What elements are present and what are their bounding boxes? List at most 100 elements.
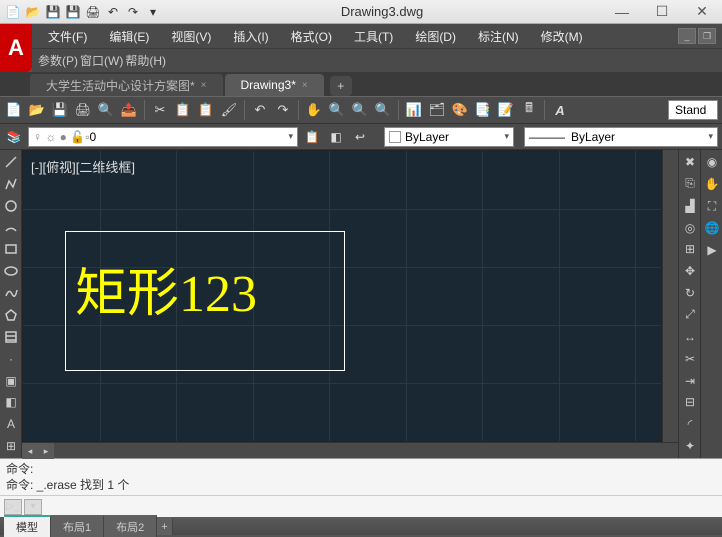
dc-icon[interactable]: 🗂 [427, 100, 447, 120]
doc-minimize-icon[interactable]: _ [678, 28, 696, 44]
save-icon[interactable]: 💾 [44, 3, 62, 21]
layer-iso-icon[interactable]: ◧ [326, 127, 346, 147]
extend-icon[interactable]: ⇥ [680, 371, 700, 391]
block-icon[interactable]: ▣ [1, 371, 21, 391]
tab-doc-1[interactable]: 大学生活动中心设计方案图* × [30, 74, 223, 96]
explode-icon[interactable]: ✦ [680, 436, 700, 456]
command-input[interactable] [44, 499, 718, 514]
match-icon[interactable]: 🖌 [219, 100, 239, 120]
zoom-extents-icon[interactable]: ⛶ [702, 196, 722, 216]
offset-icon[interactable]: ◎ [680, 218, 700, 238]
tab-close-icon[interactable]: × [201, 80, 207, 91]
showmotion-icon[interactable]: ▶ [702, 240, 722, 260]
menu-insert[interactable]: 插入(I) [223, 25, 278, 48]
circle-icon[interactable] [1, 196, 21, 216]
linetype-combo[interactable]: ——— ByLayer ▾ [524, 127, 718, 147]
new-tab-button[interactable]: + [330, 76, 352, 96]
undo-icon[interactable]: ↶ [250, 100, 270, 120]
scale-icon[interactable]: ⤢ [680, 305, 700, 325]
layer-prev-icon[interactable]: ↩ [350, 127, 370, 147]
scroll-right-icon[interactable]: ▸ [38, 443, 54, 459]
redo-icon[interactable]: ↷ [273, 100, 293, 120]
paste-icon[interactable]: 📋 [196, 100, 216, 120]
zoom-window-icon[interactable]: 🔍 [350, 100, 370, 120]
fillet-icon[interactable]: ◜ [680, 414, 700, 434]
minimize-button[interactable]: — [602, 0, 642, 24]
tab-close-icon[interactable]: × [302, 80, 308, 91]
command-recent-icon[interactable]: ▾ [24, 499, 42, 515]
layout2-tab[interactable]: 布局2 [104, 515, 157, 537]
menu-file[interactable]: 文件(F) [38, 25, 97, 48]
text-object[interactable]: 矩形123 [75, 251, 257, 326]
ellipse-icon[interactable] [1, 261, 21, 281]
table-icon[interactable]: ⊞ [1, 436, 21, 456]
layout1-tab[interactable]: 布局1 [51, 515, 104, 537]
sheet-set-icon[interactable]: 📑 [473, 100, 493, 120]
hatch-icon[interactable] [1, 327, 21, 347]
layer-properties-icon[interactable]: 📚 [4, 127, 24, 147]
new-icon[interactable]: 📄 [4, 3, 22, 21]
save-icon[interactable]: 💾 [50, 100, 70, 120]
redo-icon[interactable]: ↷ [124, 3, 142, 21]
erase-icon[interactable]: ✖ [680, 152, 700, 172]
menu-help[interactable]: 帮助(H) [125, 52, 166, 69]
new-icon[interactable]: 📄 [4, 100, 24, 120]
plot-icon[interactable]: 🖨 [73, 100, 93, 120]
menu-parametric[interactable]: 参数(P) [38, 52, 78, 69]
horizontal-scrollbar[interactable]: ◂ ▸ [22, 442, 678, 458]
menu-draw[interactable]: 绘图(D) [405, 25, 466, 48]
polygon-icon[interactable] [1, 305, 21, 325]
pan-icon[interactable]: ✋ [304, 100, 324, 120]
menu-modify[interactable]: 修改(M) [531, 25, 593, 48]
app-logo[interactable]: A [0, 24, 32, 72]
properties-icon[interactable]: 📊 [404, 100, 424, 120]
print-icon[interactable]: 🖨 [84, 3, 102, 21]
layer-state-icon[interactable]: 📋 [302, 127, 322, 147]
saveas-icon[interactable]: 💾 [64, 3, 82, 21]
color-combo[interactable]: ByLayer ▾ [384, 127, 514, 147]
publish-icon[interactable]: 📤 [119, 100, 139, 120]
pline-icon[interactable] [1, 174, 21, 194]
trim-icon[interactable]: ✂ [680, 349, 700, 369]
layout-add-icon[interactable]: + [157, 517, 172, 535]
region-icon[interactable]: ◧ [1, 392, 21, 412]
vertical-scrollbar[interactable] [662, 150, 678, 442]
markup-icon[interactable]: 📝 [496, 100, 516, 120]
text-style-icon[interactable]: A [550, 100, 570, 120]
model-tab[interactable]: 模型 [4, 515, 51, 537]
preview-icon[interactable]: 🔍 [96, 100, 116, 120]
rotate-icon[interactable]: ↻ [680, 283, 700, 303]
qat-dropdown-icon[interactable]: ▾ [144, 3, 162, 21]
pan2-icon[interactable]: ✋ [702, 174, 722, 194]
menu-dimension[interactable]: 标注(N) [468, 25, 529, 48]
menu-edit[interactable]: 编辑(E) [99, 25, 159, 48]
doc-restore-icon[interactable]: ❐ [698, 28, 716, 44]
point-icon[interactable]: · [1, 349, 21, 369]
close-button[interactable]: ✕ [682, 0, 722, 24]
copy-icon[interactable]: 📋 [173, 100, 193, 120]
scroll-left-icon[interactable]: ◂ [22, 443, 38, 459]
menu-window[interactable]: 窗口(W) [80, 52, 123, 69]
tab-doc-2[interactable]: Drawing3* × [225, 74, 324, 96]
array-icon[interactable]: ⊞ [680, 239, 700, 259]
copy-obj-icon[interactable]: ⎘ [680, 174, 700, 194]
maximize-button[interactable]: ☐ [642, 0, 682, 24]
viewport-label[interactable]: [-][俯视][二维线框] [31, 157, 135, 176]
menu-view[interactable]: 视图(V) [161, 25, 221, 48]
move-icon[interactable]: ✥ [680, 261, 700, 281]
undo-icon[interactable]: ↶ [104, 3, 122, 21]
rect-icon[interactable] [1, 239, 21, 259]
zoom-icon[interactable]: 🔍 [327, 100, 347, 120]
text-style-combo[interactable]: Stand [668, 100, 718, 120]
open-icon[interactable]: 📂 [27, 100, 47, 120]
mirror-icon[interactable]: ▟ [680, 196, 700, 216]
stretch-icon[interactable]: ↔ [680, 327, 700, 347]
calc-icon[interactable]: 🖩 [519, 100, 539, 120]
drawing-canvas[interactable]: [-][俯视][二维线框] 矩形123 [22, 150, 662, 442]
break-icon[interactable]: ⊟ [680, 392, 700, 412]
layer-combo[interactable]: ♀ ☼ ● 🔓▫ 0 ▾ [28, 127, 298, 147]
menu-format[interactable]: 格式(O) [281, 25, 342, 48]
cut-icon[interactable]: ✂ [150, 100, 170, 120]
tool-palette-icon[interactable]: 🎨 [450, 100, 470, 120]
text-icon[interactable]: A [1, 414, 21, 434]
